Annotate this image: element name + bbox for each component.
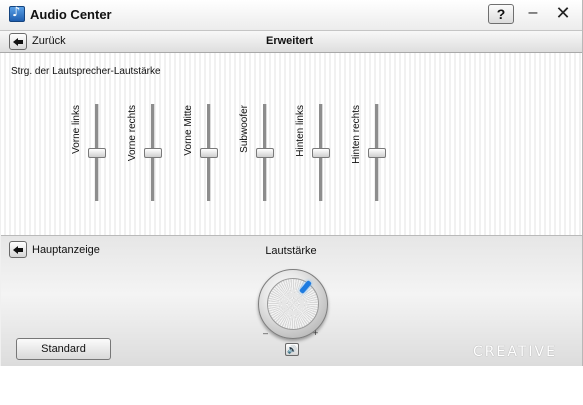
slider-subwoofer[interactable]: [253, 104, 277, 201]
speaker-mute-icon[interactable]: 🔊: [285, 343, 299, 356]
audio-center-window: Audio Center ? – ✕ Zurück Erweitert Strg…: [0, 0, 583, 366]
volume-max-label: +: [313, 328, 319, 338]
minimize-button[interactable]: –: [523, 2, 543, 26]
close-button[interactable]: ✕: [551, 3, 575, 25]
section-title: Erweitert: [266, 35, 314, 47]
slider-thumb[interactable]: [312, 148, 330, 158]
standard-button[interactable]: Standard: [16, 338, 111, 360]
speaker-volume-panel: Strg. der Lautsprecher-Lautstärke Vorne …: [1, 53, 582, 236]
channel-label-center: Vorne Mitte: [183, 105, 194, 156]
slider-thumb[interactable]: [144, 148, 162, 158]
slider-rear-left[interactable]: [309, 104, 333, 201]
title-bar: Audio Center ? – ✕: [0, 0, 582, 31]
back-link[interactable]: Zurück: [32, 35, 66, 47]
main-controls: Hauptanzeige Lautstärke – + 🔊 Standard C…: [1, 236, 582, 366]
main-display-arrow-icon[interactable]: [9, 241, 27, 258]
nav-bar: Zurück Erweitert: [0, 30, 582, 53]
main-display-link[interactable]: Hauptanzeige: [32, 244, 100, 256]
channel-label-front-left: Vorne links: [71, 105, 82, 154]
slider-thumb[interactable]: [368, 148, 386, 158]
channel-label-rear-right: Hinten rechts: [351, 105, 362, 164]
volume-label: Lautstärke: [265, 245, 317, 257]
slider-thumb[interactable]: [256, 148, 274, 158]
creative-logo: CREATIVE: [473, 344, 557, 360]
channel-label-rear-left: Hinten links: [295, 105, 306, 157]
slider-front-left[interactable]: [85, 104, 109, 201]
panel-title: Strg. der Lautsprecher-Lautstärke: [11, 66, 161, 77]
knob-face: [267, 278, 319, 330]
volume-min-label: –: [263, 328, 269, 338]
channel-label-subwoofer: Subwoofer: [239, 105, 250, 153]
back-arrow-icon[interactable]: [9, 33, 27, 50]
slider-thumb[interactable]: [200, 148, 218, 158]
slider-rear-right[interactable]: [365, 104, 389, 201]
slider-front-right[interactable]: [141, 104, 165, 201]
channel-label-front-right: Vorne rechts: [127, 105, 138, 162]
window-title: Audio Center: [30, 7, 112, 22]
slider-thumb[interactable]: [88, 148, 106, 158]
help-button[interactable]: ?: [488, 4, 514, 24]
app-icon: [9, 5, 25, 22]
slider-center[interactable]: [197, 104, 221, 201]
